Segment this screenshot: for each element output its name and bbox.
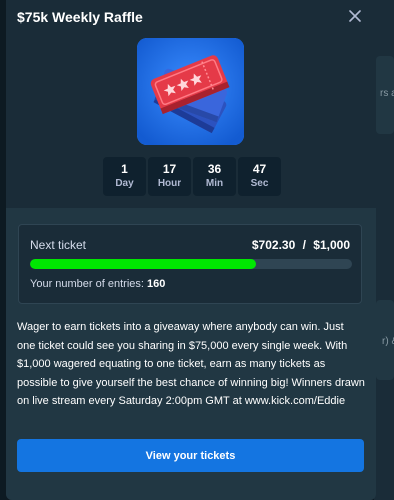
wager-progress-value: $702.30 / $1,000 bbox=[252, 238, 350, 252]
countdown-value: 1 bbox=[121, 162, 128, 176]
countdown-timer: 1 Day 17 Hour 36 Min 47 Sec bbox=[103, 157, 281, 196]
countdown-minutes: 36 Min bbox=[193, 157, 236, 196]
countdown-value: 47 bbox=[252, 162, 267, 176]
progress-bar-track bbox=[30, 259, 352, 269]
background-text-fragment: r) & bbox=[382, 336, 394, 347]
modal-header: $75k Weekly Raffle bbox=[6, 0, 376, 34]
entries-label: Your number of entries: bbox=[30, 278, 147, 290]
countdown-unit: Sec bbox=[250, 178, 269, 189]
raffle-modal: $75k Weekly Raffle 1 Day 17 Hour 36 Min … bbox=[6, 0, 376, 500]
countdown-unit: Min bbox=[205, 178, 224, 189]
background-text-fragment: rs a bbox=[380, 88, 394, 99]
wager-separator: / bbox=[302, 238, 306, 252]
raffle-tickets-icon bbox=[137, 38, 244, 145]
countdown-unit: Day bbox=[115, 178, 134, 189]
modal-title: $75k Weekly Raffle bbox=[17, 9, 143, 25]
countdown-hours: 17 Hour bbox=[148, 157, 191, 196]
entries-value: 160 bbox=[147, 278, 166, 290]
close-button[interactable] bbox=[345, 6, 365, 26]
raffle-description: Wager to earn tickets into a giveaway wh… bbox=[17, 321, 365, 407]
wager-current: $702.30 bbox=[251, 238, 296, 252]
close-icon bbox=[349, 10, 361, 22]
wager-target: $1,000 bbox=[313, 238, 350, 252]
countdown-seconds: 47 Sec bbox=[238, 157, 281, 196]
view-tickets-button[interactable]: View your tickets bbox=[17, 439, 364, 472]
countdown-value: 36 bbox=[207, 162, 222, 176]
countdown-unit: Hour bbox=[157, 178, 182, 189]
countdown-value: 17 bbox=[162, 162, 177, 176]
next-ticket-label: Next ticket bbox=[30, 238, 87, 252]
modal-lower-section: Next ticket $702.30 / $1,000 Your number… bbox=[6, 208, 376, 500]
entries-count: Your number of entries: 160 bbox=[30, 278, 165, 290]
next-ticket-progress-card: Next ticket $702.30 / $1,000 Your number… bbox=[18, 224, 362, 304]
progress-bar-fill bbox=[30, 259, 257, 269]
countdown-days: 1 Day bbox=[103, 157, 146, 196]
raffle-hero-image bbox=[137, 38, 244, 145]
